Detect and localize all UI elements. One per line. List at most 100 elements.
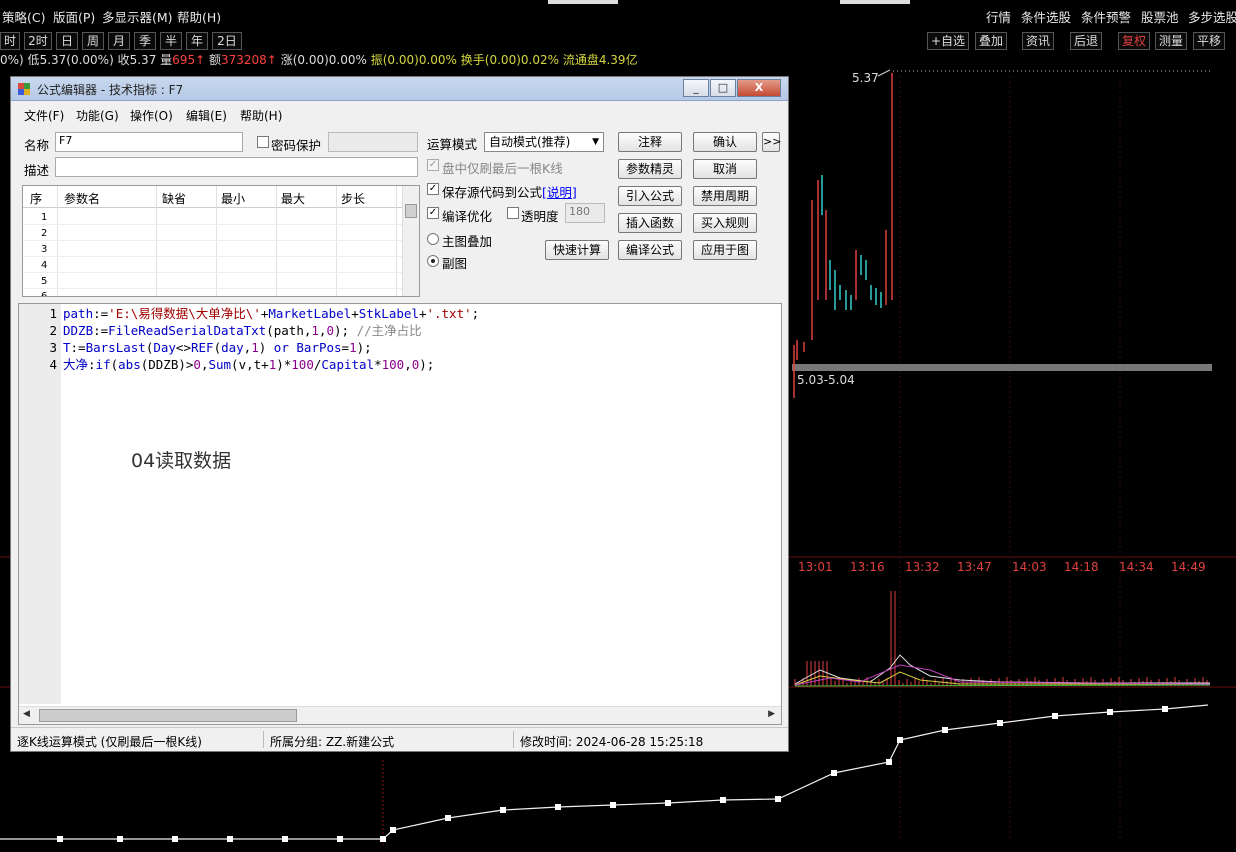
- cumulative-marker: [227, 836, 233, 842]
- cumulative-marker: [942, 727, 948, 733]
- param-table[interactable]: 序 参数名 缺省 最小 最大 步长 1 2 3 4 5 6: [22, 185, 420, 297]
- menu-condition-select[interactable]: 条件选股: [1021, 7, 1071, 26]
- quick-calc-button[interactable]: 快速计算: [545, 240, 609, 260]
- editor-hscrollbar[interactable]: ◀ ▶: [19, 706, 781, 724]
- table-row[interactable]: 4: [41, 260, 47, 271]
- period-day[interactable]: 日: [56, 32, 78, 50]
- sub-chart-radio[interactable]: [427, 255, 439, 267]
- period-halfyear[interactable]: 半: [160, 32, 182, 50]
- add-watchlist-button[interactable]: +自选: [927, 32, 970, 50]
- refresh-last-checkbox[interactable]: ✓: [427, 159, 439, 171]
- transparency-stepper[interactable]: 180: [565, 203, 605, 223]
- compile-optimize-checkbox[interactable]: ✓: [427, 207, 439, 219]
- insert-function-button[interactable]: 插入函数: [618, 213, 682, 233]
- scroll-left-icon[interactable]: ◀: [23, 709, 30, 719]
- main-menubar: 策略(C) 版面(P) 多显示器(M) 帮助(H) 行情 条件选股 条件预警 股…: [0, 0, 1236, 30]
- menu-quotes[interactable]: 行情: [986, 7, 1011, 26]
- menu-multi-display[interactable]: 多显示器(M): [102, 7, 173, 26]
- adjust-button[interactable]: 复权: [1118, 32, 1151, 50]
- col-max: 最大: [281, 192, 306, 206]
- period-toolbar: 时 2时 日 周 月 季 半 年 2日 +自选 叠加 资讯 后退 复权 测量 平…: [0, 31, 1236, 51]
- close-button[interactable]: X: [737, 79, 781, 97]
- dialog-titlebar[interactable]: 公式编辑器 - 技术指标 : F7 _ □ X: [11, 77, 788, 101]
- maximize-button[interactable]: □: [710, 79, 736, 97]
- pan-button[interactable]: 平移: [1193, 32, 1226, 50]
- name-input[interactable]: F7: [55, 132, 243, 152]
- time-tick-label: 14:18: [1064, 560, 1099, 574]
- save-source-help-link[interactable]: [说明]: [542, 182, 577, 201]
- quote-amt-value: 373208: [220, 53, 267, 67]
- search-box-2[interactable]: [840, 0, 910, 4]
- dlg-menu-operation[interactable]: 操作(O): [130, 107, 173, 124]
- password-checkbox[interactable]: [257, 136, 269, 148]
- menu-help[interactable]: 帮助(H): [177, 7, 221, 26]
- formula-editor-dialog: 公式编辑器 - 技术指标 : F7 _ □ X 文件(F) 功能(G) 操作(O…: [10, 76, 789, 752]
- code-editor[interactable]: 1 2 3 4 path:='E:\易得数据\大单净比\'+MarketLabe…: [18, 303, 782, 725]
- period-year[interactable]: 年: [186, 32, 208, 50]
- apply-to-chart-button[interactable]: 应用于图: [693, 240, 757, 260]
- name-label: 名称: [24, 138, 50, 153]
- minimize-button[interactable]: _: [683, 79, 709, 97]
- compile-formula-button[interactable]: 编译公式: [618, 240, 682, 260]
- import-formula-button[interactable]: 引入公式: [618, 186, 682, 206]
- cumulative-marker: [172, 836, 178, 842]
- news-button[interactable]: 资讯: [1022, 32, 1055, 50]
- quote-low-label: 低: [27, 53, 40, 67]
- table-row[interactable]: 6: [41, 291, 47, 296]
- cumulative-marker: [886, 759, 892, 765]
- period-month[interactable]: 月: [108, 32, 130, 50]
- mode-select[interactable]: 自动模式(推荐) ▼: [484, 132, 604, 152]
- measure-button[interactable]: 测量: [1155, 32, 1188, 50]
- cumulative-marker: [380, 836, 386, 842]
- main-overlay-radio[interactable]: [427, 233, 439, 245]
- cumulative-marker: [282, 836, 288, 842]
- period-hour[interactable]: 时: [0, 32, 20, 50]
- line-number: 4: [49, 357, 57, 372]
- dlg-menu-help[interactable]: 帮助(H): [240, 107, 282, 124]
- quote-close-label: 收: [117, 53, 130, 67]
- save-source-checkbox[interactable]: ✓: [427, 183, 439, 195]
- dlg-menu-function[interactable]: 功能(G): [76, 107, 119, 124]
- code-line-1: path:='E:\易得数据\大单净比\'+MarketLabel+StkLab…: [63, 306, 480, 321]
- cumulative-marker: [720, 797, 726, 803]
- quote-close-value: 5.37: [129, 53, 157, 67]
- col-param-name: 参数名: [64, 192, 101, 206]
- period-week[interactable]: 周: [82, 32, 104, 50]
- disable-period-button[interactable]: 禁用周期: [693, 186, 757, 206]
- confirm-button[interactable]: 确认: [693, 132, 757, 152]
- menu-condition-alert[interactable]: 条件预警: [1081, 7, 1131, 26]
- table-row[interactable]: 3: [41, 244, 47, 255]
- col-step: 步长: [341, 192, 366, 206]
- back-button[interactable]: 后退: [1070, 32, 1103, 50]
- desc-input[interactable]: [55, 157, 418, 177]
- menu-multi-step-select[interactable]: 多步选股: [1188, 7, 1236, 26]
- expand-button[interactable]: >>: [762, 132, 781, 152]
- overlay-button[interactable]: 叠加: [975, 32, 1008, 50]
- period-2day[interactable]: 2日: [212, 32, 242, 50]
- period-2hour[interactable]: 2时: [24, 32, 52, 50]
- table-row[interactable]: 5: [41, 276, 47, 287]
- scroll-right-icon[interactable]: ▶: [768, 709, 775, 719]
- time-tick-label: 13:16: [850, 560, 885, 574]
- param-table-scrollbar[interactable]: [402, 186, 419, 296]
- menu-stock-pool[interactable]: 股票池: [1141, 7, 1179, 26]
- table-row[interactable]: 1: [41, 212, 47, 223]
- period-quarter[interactable]: 季: [134, 32, 156, 50]
- quote-amp-value: (0.00)0.00%: [382, 53, 457, 67]
- buy-rule-button[interactable]: 买入规则: [693, 213, 757, 233]
- compile-optimize-label: 编译优化: [442, 209, 493, 224]
- menu-strategy[interactable]: 策略(C): [2, 7, 45, 26]
- scroll-thumb[interactable]: [39, 709, 297, 722]
- menu-layout[interactable]: 版面(P): [53, 7, 95, 26]
- param-wizard-button[interactable]: 参数精灵: [618, 159, 682, 179]
- quote-float-value: 4.39亿: [598, 53, 638, 67]
- dlg-menu-file[interactable]: 文件(F): [24, 107, 64, 124]
- password-input[interactable]: [328, 132, 418, 152]
- transparency-checkbox[interactable]: [507, 207, 519, 219]
- col-default: 缺省: [162, 192, 187, 206]
- dlg-menu-edit[interactable]: 编辑(E): [186, 107, 227, 124]
- comment-button[interactable]: 注释: [618, 132, 682, 152]
- search-box[interactable]: [548, 0, 618, 4]
- cancel-button[interactable]: 取消: [693, 159, 757, 179]
- table-row[interactable]: 2: [41, 228, 47, 239]
